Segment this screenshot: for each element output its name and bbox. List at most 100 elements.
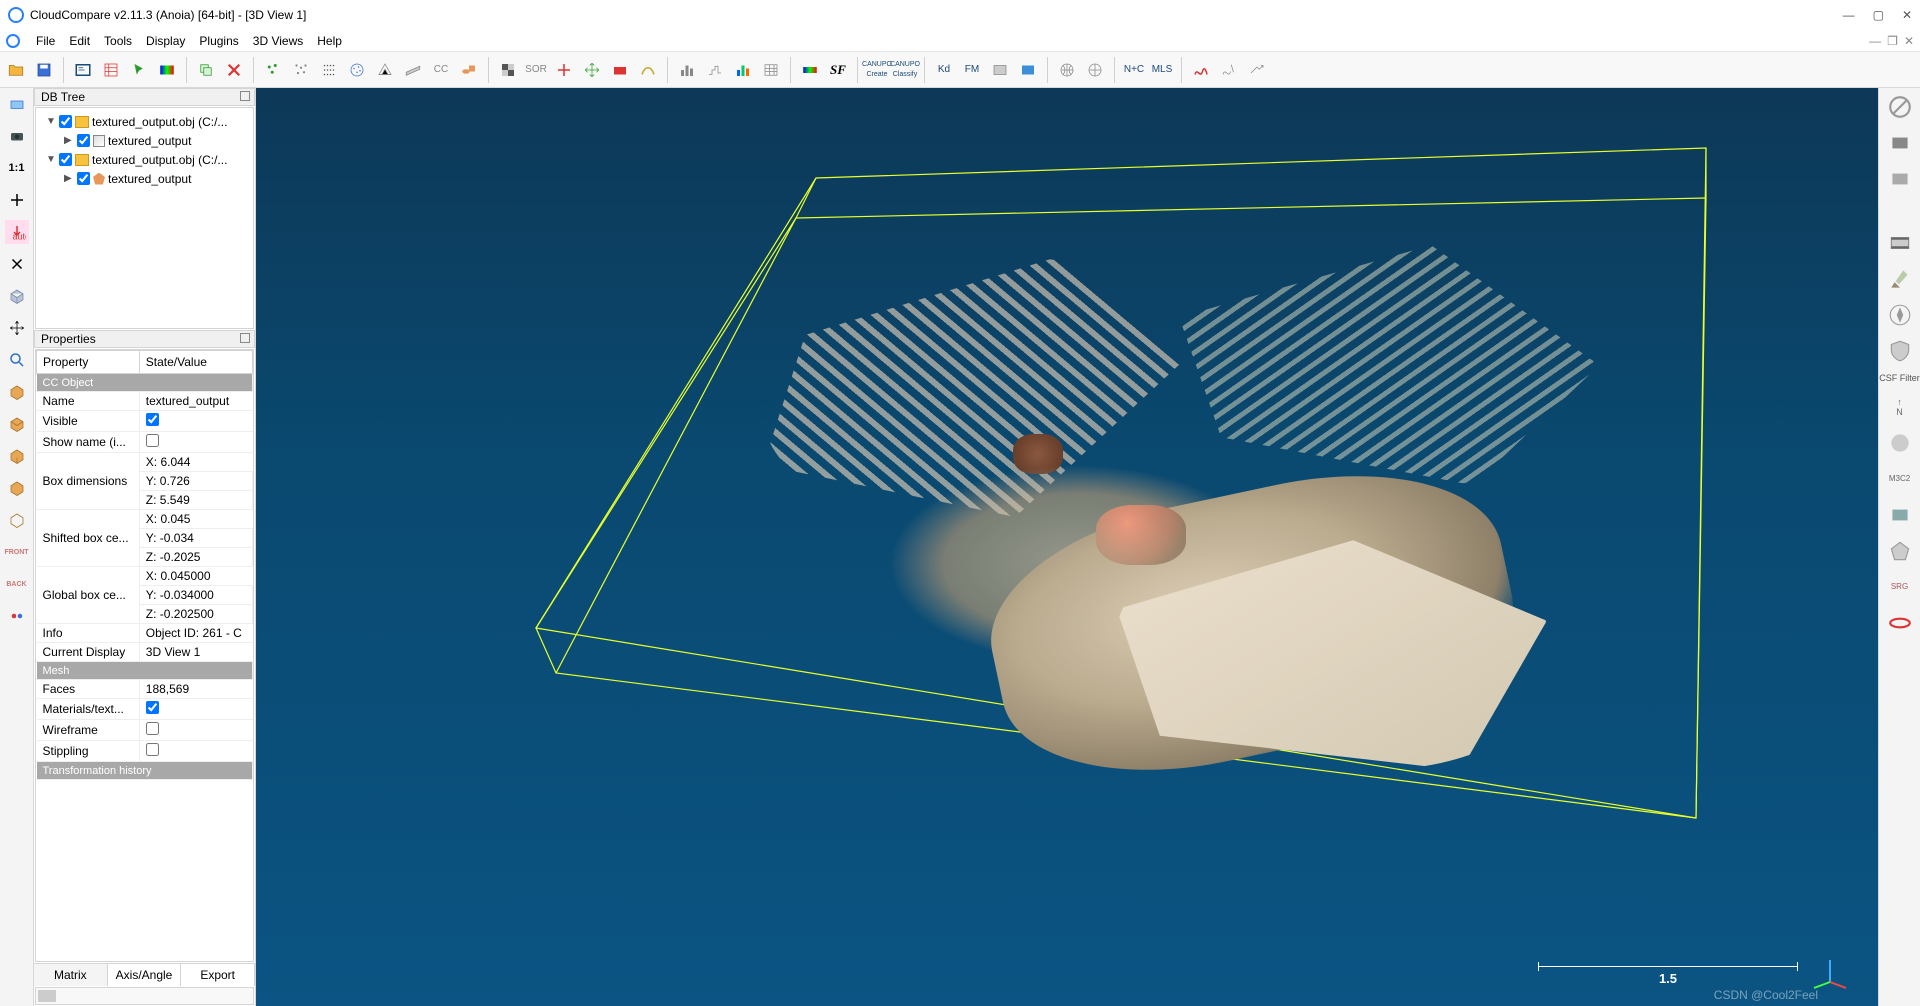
north-icon[interactable]: ↑N — [1887, 394, 1913, 420]
tree-row[interactable]: ▶textured_output — [38, 169, 251, 188]
section-button[interactable] — [608, 58, 632, 82]
menu-display[interactable]: Display — [146, 34, 185, 48]
menu-tools[interactable]: Tools — [104, 34, 132, 48]
tab-matrix[interactable]: Matrix — [34, 964, 108, 986]
tab-export[interactable]: Export — [181, 964, 255, 986]
path-pick-button[interactable] — [1217, 58, 1241, 82]
console-button[interactable] — [71, 58, 95, 82]
csf-filter-label[interactable]: CSF Filter — [1879, 374, 1920, 384]
sf-button[interactable]: SF — [826, 58, 850, 82]
color-ramp-button[interactable] — [798, 58, 822, 82]
auto-pick-button[interactable]: auto — [5, 220, 29, 244]
shield-icon[interactable] — [1887, 338, 1913, 364]
tree-row[interactable]: ▼textured_output.obj (C:/... — [38, 112, 251, 131]
kd-button[interactable]: Kd — [932, 58, 956, 82]
bottom-view-button[interactable] — [5, 508, 29, 532]
ransac-icon[interactable] — [1887, 538, 1913, 564]
path-red-button[interactable] — [1189, 58, 1213, 82]
mdi-minimize-icon[interactable]: — — [1869, 34, 1881, 48]
points-sample-button[interactable] — [261, 58, 285, 82]
properties-button[interactable] — [99, 58, 123, 82]
maximize-button[interactable]: ▢ — [1873, 8, 1884, 22]
tab-axisangle[interactable]: Axis/Angle — [108, 964, 182, 986]
octree-button[interactable] — [345, 58, 369, 82]
table-button[interactable] — [759, 58, 783, 82]
tree-row[interactable]: ▼textured_output.obj (C:/... — [38, 150, 251, 169]
placeholder2-button[interactable] — [1016, 58, 1040, 82]
rotate-button[interactable] — [5, 252, 29, 276]
zoom-button[interactable] — [5, 348, 29, 372]
canupo-create-button[interactable]: CANUPOCreate — [865, 58, 889, 82]
open-button[interactable] — [4, 58, 28, 82]
plane-fit-button[interactable] — [401, 58, 425, 82]
srg-icon[interactable]: SRG — [1887, 574, 1913, 600]
subsample-button[interactable] — [317, 58, 341, 82]
mdi-close-icon[interactable]: ✕ — [1904, 34, 1914, 48]
one-to-one-button[interactable]: 1:1 — [5, 156, 29, 180]
prop-value[interactable] — [139, 432, 252, 453]
broom-icon[interactable] — [1887, 266, 1913, 292]
close-button[interactable]: ✕ — [1902, 8, 1912, 22]
3d-viewport[interactable]: 1.5 CSDN @Cool2Feel — [256, 88, 1878, 1006]
nc-button[interactable]: N+C — [1122, 58, 1146, 82]
fm-button[interactable]: FM — [960, 58, 984, 82]
points-random-button[interactable] — [289, 58, 313, 82]
hpr-icon[interactable] — [1887, 430, 1913, 456]
canupo-classify-button[interactable]: CANUPOClassify — [893, 58, 917, 82]
delete-button[interactable] — [222, 58, 246, 82]
histogram-button[interactable] — [675, 58, 699, 82]
translate-button[interactable] — [580, 58, 604, 82]
menu-edit[interactable]: Edit — [69, 34, 90, 48]
compass-icon[interactable] — [1887, 302, 1913, 328]
path-arrow-button[interactable] — [1245, 58, 1269, 82]
clone-button[interactable] — [194, 58, 218, 82]
set-view-button[interactable] — [5, 92, 29, 116]
dbtree-pin-icon[interactable] — [240, 91, 250, 101]
stereo-button[interactable] — [5, 604, 29, 628]
primitives-button[interactable] — [457, 58, 481, 82]
tree-checkbox[interactable] — [77, 172, 90, 185]
menu-plugins[interactable]: Plugins — [199, 34, 238, 48]
minimize-button[interactable]: — — [1843, 8, 1855, 22]
placeholder1-button[interactable] — [988, 58, 1012, 82]
tree-checkbox[interactable] — [59, 153, 72, 166]
camera-button[interactable] — [5, 124, 29, 148]
cross-button[interactable] — [552, 58, 576, 82]
tree-row[interactable]: ▶textured_output — [38, 131, 251, 150]
mesh-icon-button[interactable] — [373, 58, 397, 82]
m3c2-icon[interactable]: M3C2 — [1887, 466, 1913, 492]
disable-plugin-icon[interactable] — [1887, 94, 1913, 120]
back-view-button[interactable] — [5, 476, 29, 500]
back-label-button[interactable]: BACK — [5, 572, 29, 596]
iso-view-button[interactable] — [5, 284, 29, 308]
curve-button[interactable] — [636, 58, 660, 82]
prop-value[interactable] — [139, 411, 252, 432]
db-tree[interactable]: ▼textured_output.obj (C:/...▶textured_ou… — [35, 107, 254, 329]
ellipse-icon[interactable] — [1887, 610, 1913, 636]
color-scale-button[interactable] — [155, 58, 179, 82]
ssao-icon[interactable] — [1887, 166, 1913, 192]
properties-table[interactable]: PropertyState/Value CC ObjectNametexture… — [35, 349, 254, 962]
prop-value[interactable] — [139, 720, 252, 741]
move-button[interactable] — [5, 316, 29, 340]
globe2-button[interactable] — [1083, 58, 1107, 82]
prop-value[interactable] — [139, 699, 252, 720]
properties-pin-icon[interactable] — [240, 333, 250, 343]
prop-value[interactable] — [139, 741, 252, 762]
menu-file[interactable]: File — [36, 34, 55, 48]
save-button[interactable] — [32, 58, 56, 82]
menu-help[interactable]: Help — [317, 34, 342, 48]
gradient-hist-button[interactable] — [731, 58, 755, 82]
horizontal-scrollbar[interactable] — [35, 987, 254, 1005]
front-label-button[interactable]: FRONT — [5, 540, 29, 564]
globe1-button[interactable] — [1055, 58, 1079, 82]
animation-icon[interactable] — [1887, 230, 1913, 256]
checker-button[interactable] — [496, 58, 520, 82]
top-view-button[interactable] — [5, 380, 29, 404]
side-view-button[interactable] — [5, 444, 29, 468]
pcv-icon[interactable] — [1887, 502, 1913, 528]
mls-button[interactable]: MLS — [1150, 58, 1174, 82]
mdi-restore-icon[interactable]: ❐ — [1887, 34, 1898, 48]
cc-button[interactable]: CC — [429, 58, 453, 82]
stats-button[interactable] — [703, 58, 727, 82]
